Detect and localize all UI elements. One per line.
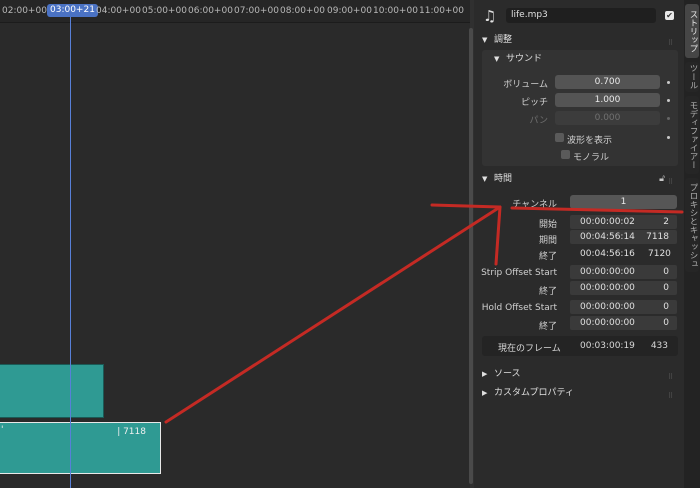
duration-frames: 7118 <box>646 232 669 242</box>
channel-field[interactable]: 1 <box>570 195 677 209</box>
strip-offset-end-field[interactable]: 00:00:00:00 0 <box>570 281 677 295</box>
start-timecode: 00:00:00:02 <box>580 217 635 227</box>
keyframe-dot-icon[interactable] <box>667 81 670 84</box>
end-frames: 7120 <box>648 249 671 259</box>
section-adjust[interactable]: ▼ 調整 ⠿ <box>478 32 682 48</box>
expanded-icon: ▼ <box>482 175 488 183</box>
ruler-tick: 11:00+00 <box>419 6 464 16</box>
strip-length-label: | 7118 <box>117 427 146 437</box>
drag-grip-icon[interactable]: ⠿ <box>668 388 678 400</box>
volume-field[interactable]: 0.700 <box>555 75 660 89</box>
music-note-icon: ♫ <box>483 7 497 25</box>
keyframe-dot-icon[interactable] <box>667 117 670 120</box>
duration-field[interactable]: 00:04:56:14 7118 <box>570 230 677 244</box>
tab-proxy-cache[interactable]: プロキシとキャッシュ <box>685 178 699 272</box>
mono-checkbox[interactable] <box>561 150 570 159</box>
hold-offset-end-label: 終了 <box>538 322 557 332</box>
section-title: 調整 <box>494 35 513 45</box>
collapsed-icon: ▶ <box>482 389 488 397</box>
sequencer-timeline[interactable]: 02:00+00 03:00+21 04:00+00 05:00+00 06:0… <box>0 0 470 488</box>
current-frame-label: 現在のフレーム <box>498 344 561 354</box>
start-label: 開始 <box>538 220 557 230</box>
pan-field[interactable]: 0.000 <box>555 111 660 125</box>
hold-offset-start-field[interactable]: 00:00:00:00 0 <box>570 300 677 314</box>
strip-name-header: ♫ life.mp3 ✔ <box>474 4 684 28</box>
ruler-tick: 04:00+00 <box>96 6 141 16</box>
strip-handle-mark: ' <box>1 425 4 435</box>
start-frames: 2 <box>663 217 669 227</box>
end-label: 終了 <box>538 252 557 262</box>
collapsed-icon: ▶ <box>482 370 488 378</box>
mono-label: モノラル <box>573 153 610 163</box>
current-frame-indicator[interactable]: 03:00+21 <box>47 4 98 17</box>
keyframe-dot-icon[interactable] <box>667 99 670 102</box>
pan-label: パン <box>529 116 548 126</box>
active-sound-strip[interactable]: ' | 7118 <box>0 422 161 474</box>
hold-offset-start-frames: 0 <box>663 302 669 312</box>
show-waveform-label: 波形を表示 <box>567 136 613 146</box>
volume-label: ボリューム <box>503 80 548 90</box>
section-sound[interactable]: ▼ サウンド <box>490 51 694 67</box>
drag-grip-icon[interactable]: ⠿ <box>668 174 678 186</box>
sound-strip[interactable] <box>0 364 104 418</box>
pitch-field[interactable]: 1.000 <box>555 93 660 107</box>
start-field[interactable]: 00:00:00:02 2 <box>570 215 677 229</box>
expanded-icon: ▼ <box>494 55 500 63</box>
hold-offset-start-label: Hold Offset Start <box>481 303 557 313</box>
current-frame-row: 現在のフレーム 00:03:00:19 433 <box>482 336 678 356</box>
section-source[interactable]: ▶ ソース ⠿ <box>478 366 682 382</box>
drag-grip-icon[interactable]: ⠿ <box>668 35 678 47</box>
ruler-tick: 08:00+00 <box>280 6 325 16</box>
section-title: 時間 <box>494 174 513 184</box>
end-timecode: 00:04:56:16 <box>580 249 635 259</box>
section-title: サウンド <box>506 54 543 64</box>
ruler-tick: 02:00+00 <box>2 6 47 16</box>
strip-offset-end-frames: 0 <box>663 283 669 293</box>
tab-tool[interactable]: ツール <box>685 62 699 92</box>
ruler-tick: 06:00+00 <box>188 6 233 16</box>
pitch-label: ピッチ <box>520 98 548 108</box>
hold-offset-end-timecode: 00:00:00:00 <box>580 318 635 328</box>
sound-subpanel <box>482 50 678 166</box>
strip-offset-end-timecode: 00:00:00:00 <box>580 283 635 293</box>
strip-offset-start-label: Strip Offset Start <box>481 268 557 278</box>
current-timecode: 00:03:00:19 <box>580 341 635 351</box>
hold-offset-end-field[interactable]: 00:00:00:00 0 <box>570 316 677 330</box>
vertical-scrollbar[interactable] <box>469 28 473 484</box>
tab-strip[interactable]: ストリップ <box>685 4 699 58</box>
section-time[interactable]: ▼ 時間 ⠿ 🔓︎ <box>478 171 682 187</box>
current-frames: 433 <box>650 341 668 351</box>
hold-offset-start-timecode: 00:00:00:00 <box>580 302 635 312</box>
playhead-line[interactable] <box>70 17 71 488</box>
channel-label: チャンネル <box>512 200 557 210</box>
strip-enable-checkbox[interactable]: ✔ <box>665 11 674 20</box>
drag-grip-icon[interactable]: ⠿ <box>668 369 678 381</box>
strip-offset-start-frames: 0 <box>663 267 669 277</box>
hold-offset-end-frames: 0 <box>663 318 669 328</box>
section-title: ソース <box>494 369 521 379</box>
keyframe-dot-icon[interactable] <box>667 136 670 139</box>
ruler-tick: 09:00+00 <box>327 6 372 16</box>
strip-name-field[interactable]: life.mp3 <box>506 8 656 23</box>
duration-label: 期間 <box>538 236 557 246</box>
section-custom-properties[interactable]: ▶ カスタムプロパティ ⠿ <box>478 385 682 401</box>
section-title: カスタムプロパティ <box>494 388 574 398</box>
show-waveform-checkbox[interactable] <box>555 133 564 142</box>
ruler-tick: 07:00+00 <box>234 6 279 16</box>
ruler-tick: 10:00+00 <box>373 6 418 16</box>
duration-timecode: 00:04:56:14 <box>580 232 635 242</box>
ruler-tick: 05:00+00 <box>142 6 187 16</box>
tab-modifiers[interactable]: モディファイアー <box>685 96 699 174</box>
expanded-icon: ▼ <box>482 36 488 44</box>
unlock-icon[interactable]: 🔓︎ <box>659 171 665 187</box>
sidebar-tabs: ストリップ ツール モディファイアー プロキシとキャッシュ <box>684 0 700 488</box>
strip-offset-start-field[interactable]: 00:00:00:00 0 <box>570 265 677 279</box>
strip-offset-end-label: 終了 <box>538 287 557 297</box>
strip-offset-start-timecode: 00:00:00:00 <box>580 267 635 277</box>
